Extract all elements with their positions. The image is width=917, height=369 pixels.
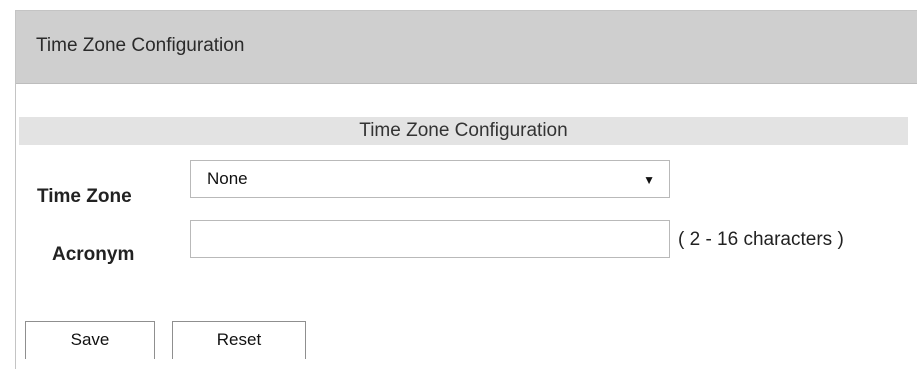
- reset-button[interactable]: Reset: [172, 321, 306, 359]
- panel-title: Time Zone Configuration: [36, 35, 245, 56]
- save-button[interactable]: Save: [25, 321, 155, 359]
- section-header: Time Zone Configuration: [19, 117, 908, 145]
- acronym-hint: ( 2 - 16 characters ): [678, 229, 844, 250]
- time-zone-select[interactable]: None ▼: [190, 160, 670, 198]
- time-zone-label: Time Zone: [37, 186, 132, 207]
- acronym-input[interactable]: [190, 220, 670, 258]
- time-zone-selected-value: None: [207, 169, 248, 188]
- dropdown-arrow-icon: ▼: [643, 173, 655, 187]
- acronym-label: Acronym: [52, 244, 135, 265]
- panel-title-bar: Time Zone Configuration: [16, 11, 917, 84]
